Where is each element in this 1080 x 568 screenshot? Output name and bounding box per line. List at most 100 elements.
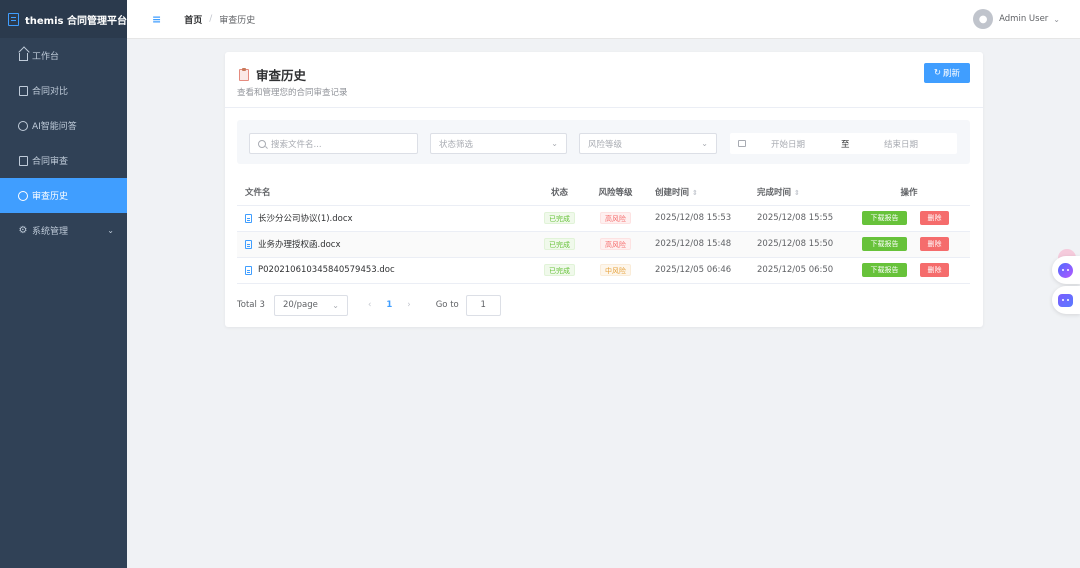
goto-label: Go to	[435, 300, 459, 310]
page-subtitle: 查看和管理您的合同审查记录	[237, 88, 348, 98]
breadcrumb-current: 审查历史	[219, 15, 256, 26]
avatar: ●	[973, 9, 994, 29]
download-report-button[interactable]: 下载报告	[862, 237, 907, 251]
clock-icon	[17, 190, 29, 201]
download-report-button[interactable]: 下载报告	[862, 263, 907, 277]
prev-page-button[interactable]: ‹	[368, 300, 371, 310]
created-time: 2025/12/08 15:53	[643, 205, 745, 232]
chevron-down-icon: ⌄	[332, 300, 339, 310]
download-report-button[interactable]: 下载报告	[862, 211, 907, 225]
table-row: 业务办理授权函.docx 已完成 高风险 2025/12/08 15:48 20…	[237, 231, 970, 258]
filter-bar: 搜索文件名... 状态筛选 ⌄ 风险等级 ⌄ 开始日期 至 结束日期	[237, 120, 970, 164]
app-logo[interactable]: themis 合同管理平台	[0, 0, 127, 38]
user-menu[interactable]: ● Admin User ⌄	[973, 9, 1060, 29]
created-header-label: 创建时间	[655, 187, 690, 198]
table-row: 长沙分公司协议(1).docx 已完成 高风险 2025/12/08 15:53…	[237, 205, 970, 232]
pagination: Total 3 20/page ⌄ ‹ 1 › Go to 1	[237, 294, 970, 316]
sidebar-item-contract-compare[interactable]: 合同对比	[0, 73, 127, 108]
sidebar-item-contract-review[interactable]: 合同审查	[0, 143, 127, 178]
review-history-card: 审查历史 查看和管理您的合同审查记录 ↻ 刷新 搜索文件名... 状态筛选 ⌄ …	[225, 52, 983, 327]
calendar-icon	[738, 140, 746, 147]
assistant-icon	[1058, 262, 1073, 278]
file-icon	[245, 239, 252, 249]
search-placeholder: 搜索文件名...	[271, 139, 322, 150]
refresh-button[interactable]: ↻ 刷新	[924, 63, 970, 83]
delete-button[interactable]: 删除	[920, 211, 949, 225]
sidebar-item-review-history[interactable]: 审查历史	[0, 178, 127, 213]
file-name-cell: P020210610345840579453.doc	[245, 265, 531, 275]
date-range-picker[interactable]: 开始日期 至 结束日期	[730, 133, 957, 154]
status-filter-select[interactable]: 状态筛选 ⌄	[430, 133, 567, 154]
next-page-button[interactable]: ›	[407, 300, 410, 310]
start-date-placeholder: 开始日期	[771, 139, 806, 150]
delete-button[interactable]: 删除	[920, 263, 949, 277]
goto-page-input[interactable]: 1	[465, 294, 501, 316]
table-header-row: 文件名 状态 风险等级 创建时间 ⇕ 完成时间 ⇕ 操作	[237, 179, 970, 206]
floating-assistant-button[interactable]	[1052, 256, 1080, 284]
column-header-risk: 风险等级	[588, 179, 643, 206]
status-badge: 已完成	[544, 238, 575, 250]
completed-time: 2025/12/08 15:55	[745, 205, 848, 232]
file-icon	[245, 265, 252, 275]
app-title: themis 合同管理平台	[25, 15, 127, 27]
refresh-icon: ↻	[933, 68, 942, 78]
gear-icon: ⚙	[18, 225, 28, 236]
created-time: 2025/12/08 15:48	[643, 231, 745, 258]
logo-document-icon	[8, 12, 19, 26]
range-separator: 至	[841, 139, 850, 150]
sidebar-item-dashboard[interactable]: 工作台	[0, 38, 127, 73]
column-header-actions: 操作	[848, 179, 970, 206]
risk-filter-select[interactable]: 风险等级 ⌄	[579, 133, 717, 154]
search-icon	[258, 139, 266, 148]
file-name-cell: 长沙分公司协议(1).docx	[245, 212, 531, 224]
floating-robot-button[interactable]	[1052, 286, 1080, 314]
column-header-filename: 文件名	[237, 179, 531, 206]
sidebar-item-label: AI智能问答	[32, 122, 77, 132]
page-title: 审查历史	[239, 65, 306, 84]
status-badge: 已完成	[544, 212, 575, 224]
sidebar: themis 合同管理平台 工作台 合同对比 AI智能问答 合同审查 审查历史 …	[0, 0, 127, 568]
total-count: Total 3	[237, 300, 265, 310]
breadcrumb-home[interactable]: 首页	[184, 13, 202, 26]
sidebar-item-system-management[interactable]: ⚙ 系统管理 ⌄	[0, 213, 127, 248]
completed-time: 2025/12/08 15:50	[745, 231, 848, 258]
chevron-down-icon: ⌄	[701, 139, 708, 148]
card-header: 审查历史 查看和管理您的合同审查记录 ↻ 刷新	[225, 52, 983, 108]
file-icon	[245, 213, 252, 223]
completed-header-label: 完成时间	[757, 187, 792, 198]
end-date-placeholder: 结束日期	[884, 139, 919, 150]
column-header-created[interactable]: 创建时间 ⇕	[643, 179, 745, 206]
status-badge: 已完成	[544, 264, 575, 276]
breadcrumb: 首页 / 审查历史	[184, 13, 255, 26]
sidebar-item-ai-qa[interactable]: AI智能问答	[0, 108, 127, 143]
chevron-down-icon: ⌄	[107, 226, 114, 235]
file-name: P020210610345840579453.doc	[258, 265, 395, 275]
refresh-label: 刷新	[943, 69, 961, 79]
column-header-status: 状态	[531, 179, 588, 206]
user-name: Admin User	[999, 14, 1049, 24]
search-input[interactable]: 搜索文件名...	[249, 133, 418, 154]
top-header: ≡ 首页 / 审查历史 ● Admin User ⌄	[127, 0, 1080, 39]
sidebar-item-label: 审查历史	[32, 192, 69, 202]
sort-icon[interactable]: ⇕	[692, 189, 698, 197]
page-size-select[interactable]: 20/page ⌄	[273, 294, 348, 316]
file-name: 长沙分公司协议(1).docx	[258, 214, 353, 224]
risk-badge: 高风险	[600, 212, 631, 224]
file-name: 业务办理授权函.docx	[258, 240, 341, 250]
clipboard-icon	[239, 67, 249, 81]
risk-placeholder: 风险等级	[588, 139, 623, 150]
page-number-current[interactable]: 1	[386, 300, 392, 310]
sidebar-item-label: 合同审查	[32, 157, 69, 167]
robot-icon	[1058, 293, 1073, 307]
risk-badge: 中风险	[600, 264, 631, 276]
breadcrumb-separator: /	[209, 14, 213, 24]
chat-icon	[17, 120, 29, 131]
delete-button[interactable]: 删除	[920, 237, 949, 251]
column-header-completed[interactable]: 完成时间 ⇕	[745, 179, 848, 206]
sidebar-item-label: 工作台	[32, 52, 60, 62]
menu-toggle-icon[interactable]: ≡	[152, 13, 161, 26]
page-title-text: 审查历史	[256, 68, 307, 83]
document-icon	[17, 85, 29, 96]
status-placeholder: 状态筛选	[439, 139, 474, 150]
sort-icon[interactable]: ⇕	[794, 189, 800, 197]
